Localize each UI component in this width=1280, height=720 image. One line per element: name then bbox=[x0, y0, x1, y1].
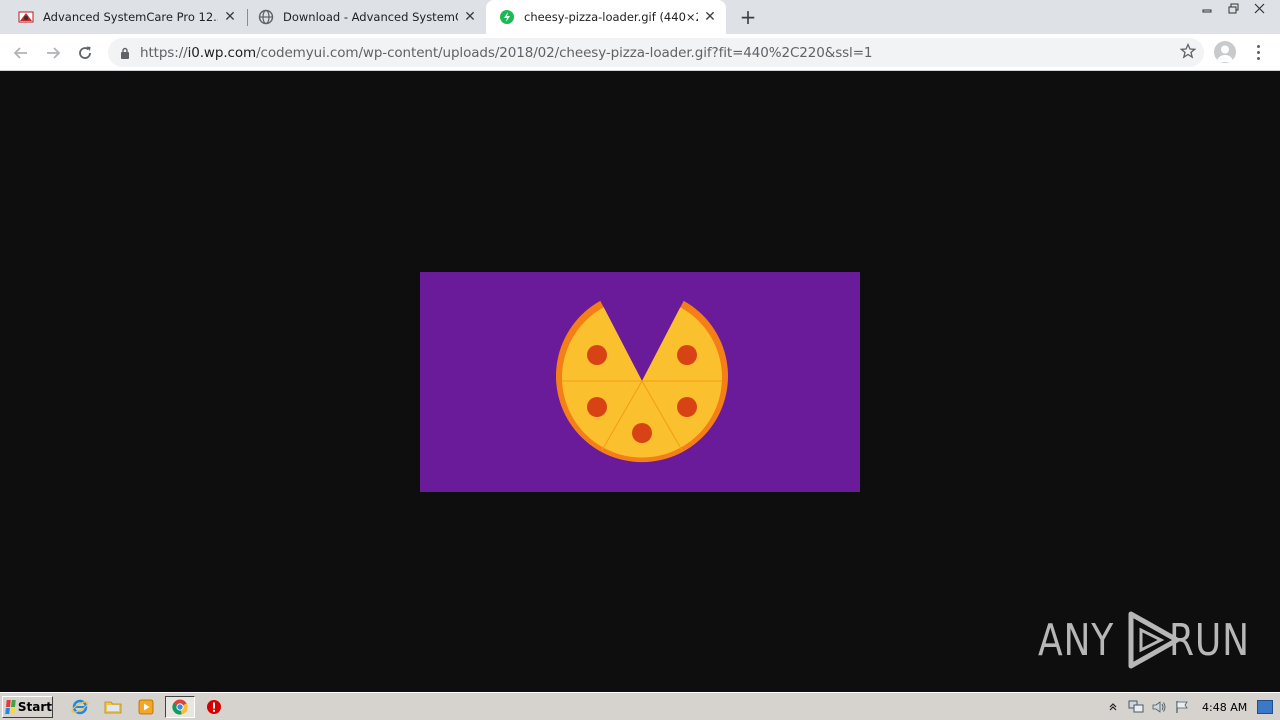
tab-title: Download - Advanced SystemCare P bbox=[283, 10, 458, 24]
window-controls bbox=[1194, 0, 1272, 17]
watermark-text-any: ANY bbox=[1038, 614, 1115, 666]
url-scheme: https:// bbox=[140, 44, 188, 61]
tab-advanced-systemcare[interactable]: Advanced SystemCare Pro 12.5.0.35 ✕ bbox=[0, 0, 246, 34]
back-arrow-icon bbox=[13, 47, 27, 59]
forward-arrow-icon bbox=[47, 47, 61, 59]
flag-icon[interactable] bbox=[1173, 698, 1191, 716]
url-path: /codemyui.com/wp-content/uploads/2018/02… bbox=[256, 44, 873, 61]
tab-title: cheesy-pizza-loader.gif (440×220) bbox=[524, 10, 698, 24]
network-icon[interactable] bbox=[1127, 698, 1145, 716]
system-tray: 4:48 AM bbox=[1104, 696, 1280, 718]
taskbar-clock[interactable]: 4:48 AM bbox=[1202, 701, 1247, 714]
page-content bbox=[0, 72, 1280, 692]
globe-icon bbox=[258, 9, 274, 25]
anyrun-watermark: ANY RUN bbox=[1038, 608, 1268, 672]
window-close-icon[interactable] bbox=[1246, 0, 1272, 17]
internet-explorer-icon[interactable] bbox=[69, 697, 91, 717]
reload-button[interactable] bbox=[72, 40, 98, 66]
tab-title: Advanced SystemCare Pro 12.5.0.35 bbox=[43, 10, 218, 24]
minimize-icon[interactable] bbox=[1194, 0, 1220, 17]
tab-download[interactable]: Download - Advanced SystemCare P ✕ bbox=[240, 0, 486, 34]
reload-icon bbox=[79, 46, 91, 59]
new-tab-button[interactable]: + bbox=[736, 5, 760, 29]
watermark-text-run: RUN bbox=[1168, 614, 1250, 666]
url-text: https://i0.wp.com/codemyui.com/wp-conten… bbox=[140, 44, 873, 61]
folder-icon[interactable] bbox=[102, 697, 124, 717]
close-icon[interactable]: ✕ bbox=[462, 9, 478, 25]
restore-icon[interactable] bbox=[1220, 0, 1246, 17]
chevron-up-icon[interactable] bbox=[1104, 698, 1122, 716]
browser-toolbar: https://i0.wp.com/codemyui.com/wp-conten… bbox=[0, 34, 1280, 71]
bookmark-star-icon[interactable] bbox=[1179, 42, 1197, 64]
show-desktop-icon[interactable] bbox=[1257, 700, 1274, 714]
lock-icon bbox=[120, 47, 130, 59]
address-bar[interactable]: https://i0.wp.com/codemyui.com/wp-conten… bbox=[108, 38, 1204, 67]
chrome-icon[interactable] bbox=[165, 696, 195, 718]
stop-icon[interactable] bbox=[203, 697, 225, 717]
start-button[interactable]: Start bbox=[2, 696, 53, 718]
url-host: i0.wp.com bbox=[187, 44, 257, 61]
media-player-icon[interactable] bbox=[135, 697, 157, 717]
red-app-icon bbox=[18, 9, 34, 25]
forward-button[interactable] bbox=[40, 40, 66, 66]
windows-flag-icon bbox=[5, 700, 16, 714]
taskbar: Start 4:48 AM bbox=[0, 692, 1280, 720]
tab-cheesy-pizza-loader[interactable]: cheesy-pizza-loader.gif (440×220) ✕ bbox=[486, 0, 726, 34]
start-label: Start bbox=[17, 700, 52, 714]
profile-avatar-icon[interactable] bbox=[1214, 41, 1236, 63]
pizza-loader-image bbox=[420, 272, 860, 492]
back-button[interactable] bbox=[8, 40, 34, 66]
close-icon[interactable]: ✕ bbox=[702, 9, 718, 25]
more-menu-icon[interactable] bbox=[1250, 42, 1266, 62]
green-bolt-icon bbox=[499, 9, 515, 25]
tab-strip: Advanced SystemCare Pro 12.5.0.35 ✕ Down… bbox=[0, 0, 1280, 34]
volume-icon[interactable] bbox=[1150, 698, 1168, 716]
pizza-icon bbox=[556, 300, 728, 463]
close-icon[interactable]: ✕ bbox=[222, 9, 238, 25]
